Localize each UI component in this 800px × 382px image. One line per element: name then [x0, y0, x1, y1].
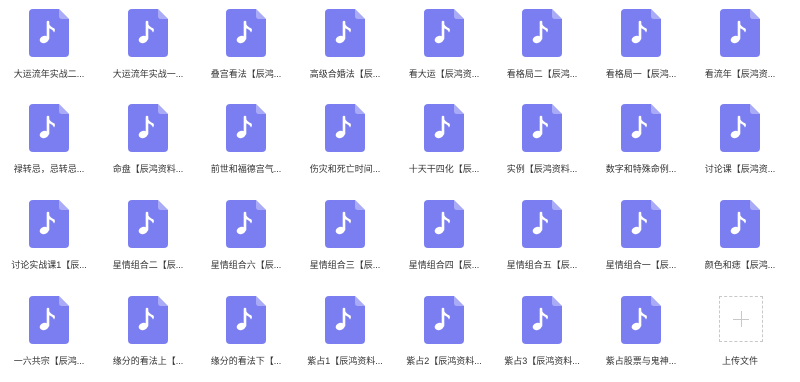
upload-label: 上传文件 [721, 356, 758, 366]
music-file-icon [226, 296, 266, 344]
music-file-icon [325, 104, 365, 152]
music-file-icon [226, 9, 266, 57]
file-name: 伤灾和死亡时间... [309, 164, 381, 174]
music-file-icon [522, 104, 562, 152]
music-file-icon [522, 9, 562, 57]
music-file-icon [621, 200, 661, 248]
file-item[interactable]: 看大运【辰鸿资... [395, 9, 493, 95]
file-item[interactable]: 伤灾和死亡时间... [296, 104, 394, 190]
file-item[interactable]: 紫占1【辰鸿资料... [296, 296, 394, 382]
file-name: 十天干四化【辰... [408, 164, 480, 174]
music-file-icon [621, 9, 661, 57]
music-file-icon [128, 9, 168, 57]
file-name: 数字和特殊命例... [605, 164, 677, 174]
file-name: 前世和福德宫气... [210, 164, 282, 174]
music-file-icon [424, 104, 464, 152]
file-item[interactable]: 高级合婚法【辰... [296, 9, 394, 95]
file-item[interactable]: 星情组合一【辰... [592, 200, 690, 286]
file-item[interactable]: 命盘【辰鸿资料... [99, 104, 197, 190]
music-file-icon [29, 200, 69, 248]
file-item[interactable]: 缘分的看法上【... [99, 296, 197, 382]
file-name: 缘分的看法下【... [210, 356, 282, 366]
file-item[interactable]: 看格局二【辰鸿... [493, 9, 591, 95]
plus-icon[interactable] [719, 296, 763, 342]
file-item[interactable]: 看流年【辰鸿资... [691, 9, 789, 95]
file-name: 紫占1【辰鸿资料... [307, 356, 383, 366]
file-item[interactable]: 看格局一【辰鸿... [592, 9, 690, 95]
file-item[interactable]: 紫占股票与鬼神... [592, 296, 690, 382]
file-item[interactable]: 大运流年实战一... [99, 9, 197, 95]
file-name: 高级合婚法【辰... [309, 69, 381, 79]
file-name: 紫占股票与鬼神... [605, 356, 677, 366]
music-file-icon [128, 104, 168, 152]
file-item[interactable]: 缘分的看法下【... [197, 296, 295, 382]
music-file-icon [720, 200, 760, 248]
file-item[interactable]: 禄转忌，忌转忌... [0, 104, 98, 190]
music-file-icon [621, 104, 661, 152]
file-item[interactable]: 讨论实战课1【辰... [0, 200, 98, 286]
music-file-icon [424, 296, 464, 344]
music-file-icon [325, 200, 365, 248]
music-file-icon [621, 296, 661, 344]
file-name: 星情组合三【辰... [309, 260, 381, 270]
file-item[interactable]: 紫占3【辰鸿资料... [493, 296, 591, 382]
file-name: 一六共宗【辰鸿... [13, 356, 85, 366]
music-file-icon [325, 296, 365, 344]
file-name: 缘分的看法上【... [112, 356, 184, 366]
file-name: 实例【辰鸿资料... [506, 164, 578, 174]
file-item[interactable]: 星情组合六【辰... [197, 200, 295, 286]
file-name: 看格局二【辰鸿... [506, 69, 578, 79]
file-name: 讨论实战课1【辰... [11, 260, 87, 270]
music-file-icon [29, 296, 69, 344]
file-name: 星情组合六【辰... [210, 260, 282, 270]
music-file-icon [522, 200, 562, 248]
file-item[interactable]: 紫占2【辰鸿资料... [395, 296, 493, 382]
file-item[interactable]: 数字和特殊命例... [592, 104, 690, 190]
music-file-icon [29, 104, 69, 152]
music-file-icon [720, 9, 760, 57]
file-item[interactable]: 星情组合四【辰... [395, 200, 493, 286]
file-name: 讨论课【辰鸿资... [704, 164, 776, 174]
music-file-icon [720, 104, 760, 152]
file-name: 紫占2【辰鸿资料... [406, 356, 482, 366]
file-item[interactable]: 十天干四化【辰... [395, 104, 493, 190]
file-item[interactable]: 实例【辰鸿资料... [493, 104, 591, 190]
file-name: 命盘【辰鸿资料... [112, 164, 184, 174]
file-item[interactable]: 大运流年实战二... [0, 9, 98, 95]
file-item[interactable]: 一六共宗【辰鸿... [0, 296, 98, 382]
file-item[interactable]: 颜色和痣【辰鸿... [691, 200, 789, 286]
file-item[interactable]: 讨论课【辰鸿资... [691, 104, 789, 190]
file-name: 叠宫看法【辰鸿... [210, 69, 282, 79]
file-item[interactable]: 星情组合二【辰... [99, 200, 197, 286]
music-file-icon [29, 9, 69, 57]
file-name: 看格局一【辰鸿... [605, 69, 677, 79]
music-file-icon [424, 200, 464, 248]
file-name: 星情组合一【辰... [605, 260, 677, 270]
file-item[interactable]: 星情组合三【辰... [296, 200, 394, 286]
file-name: 星情组合四【辰... [408, 260, 480, 270]
file-name: 禄转忌，忌转忌... [13, 164, 85, 174]
music-file-icon [522, 296, 562, 344]
file-name: 颜色和痣【辰鸿... [704, 260, 776, 270]
music-file-icon [226, 104, 266, 152]
music-file-icon [424, 9, 464, 57]
music-file-icon [226, 200, 266, 248]
file-name: 紫占3【辰鸿资料... [504, 356, 580, 366]
upload-file-button[interactable]: 上传文件 [691, 296, 789, 382]
music-file-icon [128, 200, 168, 248]
file-name: 大运流年实战一... [112, 69, 184, 79]
file-item[interactable]: 星情组合五【辰... [493, 200, 591, 286]
file-name: 大运流年实战二... [13, 69, 85, 79]
music-file-icon [128, 296, 168, 344]
file-name: 星情组合二【辰... [112, 260, 184, 270]
file-name: 星情组合五【辰... [506, 260, 578, 270]
file-item[interactable]: 叠宫看法【辰鸿... [197, 9, 295, 95]
file-item[interactable]: 前世和福德宫气... [197, 104, 295, 190]
file-grid: 大运流年实战二... 大运流年实战一... 叠宫看法【辰鸿... 高级合婚法【辰...… [0, 0, 800, 369]
file-name: 看大运【辰鸿资... [408, 69, 480, 79]
music-file-icon [325, 9, 365, 57]
file-name: 看流年【辰鸿资... [704, 69, 776, 79]
